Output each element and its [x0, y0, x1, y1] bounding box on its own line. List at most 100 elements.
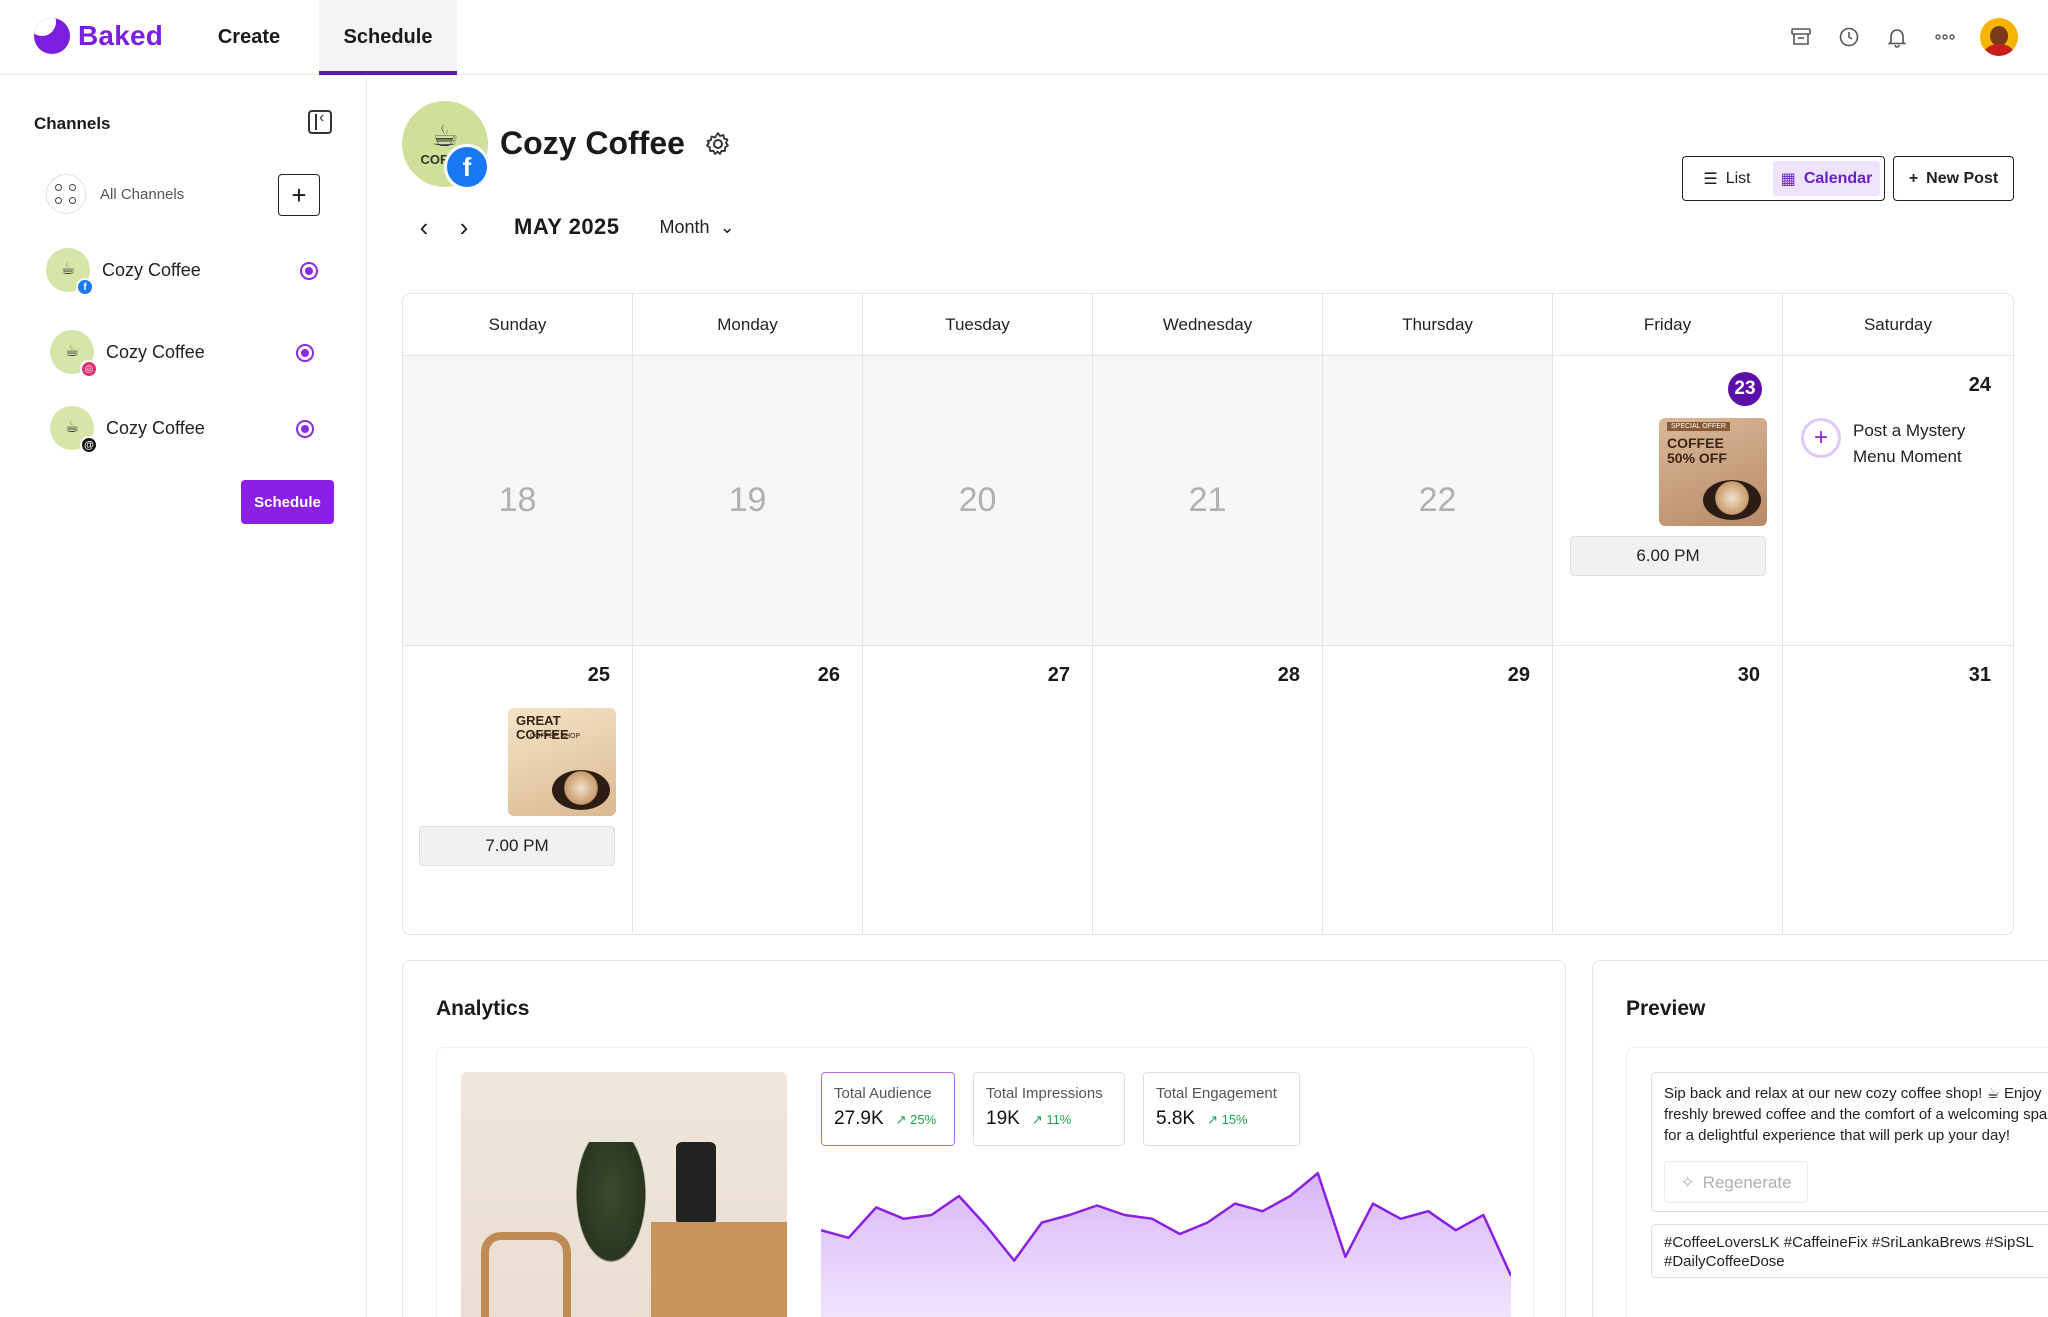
period-label: Month — [659, 216, 710, 237]
archive-icon[interactable] — [1788, 24, 1814, 50]
weekday-label: Tuesday — [863, 294, 1093, 355]
calendar-day-cell[interactable]: 21 — [1093, 356, 1323, 646]
stat-change: ↗ 25% — [895, 1112, 937, 1127]
channel-avatar: ☕ @ — [50, 406, 98, 454]
calendar-view-label: Calendar — [1803, 169, 1873, 187]
stat-change: ↗ 11% — [1031, 1112, 1072, 1127]
regenerate-button[interactable]: ✧ Regenerate — [1664, 1161, 1808, 1203]
calendar-navigation: ‹ › MAY 2025 Month ⌄ — [404, 210, 735, 244]
channels-sidebar: Channels All Channels + ☕ f Cozy Coffee … — [0, 76, 367, 1317]
calendar-day-cell[interactable]: 29 — [1323, 646, 1553, 934]
tab-create[interactable]: Create — [196, 0, 302, 75]
post-caption[interactable]: Sip back and relax at our new cozy coffe… — [1651, 1072, 2048, 1212]
schedule-button[interactable]: Schedule — [241, 480, 334, 524]
previous-month-button[interactable]: ‹ — [404, 210, 444, 244]
avatar-face — [1990, 26, 2008, 46]
sidebar-title: Channels — [34, 114, 111, 133]
channel-select-radio[interactable] — [296, 420, 314, 438]
all-channels-item[interactable]: All Channels — [46, 174, 184, 214]
channel-item-instagram[interactable]: ☕ ◎ Cozy Coffee — [50, 330, 205, 378]
calendar-day-cell[interactable]: 24 + Post a Mystery Menu Moment — [1783, 356, 2013, 646]
channel-select-radio[interactable] — [300, 262, 318, 280]
app-logo[interactable]: Baked — [34, 18, 163, 54]
more-icon[interactable] — [1932, 24, 1958, 50]
add-channel-button[interactable]: + — [278, 174, 320, 216]
day-number: 28 — [1277, 664, 1300, 686]
channel-name: Cozy Coffee — [106, 341, 205, 362]
calendar-body: 18 19 20 21 22 23 SPECIAL OFFER COFFEE 5… — [403, 356, 2013, 934]
hashtags-box[interactable]: #CoffeeLoversLK #CaffeineFix #SriLankaBr… — [1651, 1224, 2048, 1278]
calendar-day-cell[interactable]: 27 — [863, 646, 1093, 934]
analytics-panel: Analytics Total Audience 27.9K ↗ 25% Tota… — [402, 960, 1566, 1317]
stat-total-audience[interactable]: Total Audience 27.9K ↗ 25% — [821, 1072, 955, 1146]
calendar-view-button[interactable]: ▦ Calendar — [1773, 161, 1880, 196]
instagram-icon: ◎ — [80, 360, 98, 378]
calendar-day-cell[interactable]: 19 — [633, 356, 863, 646]
next-month-button[interactable]: › — [444, 210, 484, 244]
channel-item-facebook[interactable]: ☕ f Cozy Coffee — [46, 248, 201, 296]
scheduled-post-thumbnail[interactable]: GREAT COFFEE COFFEE SHOP — [508, 708, 616, 816]
app-name: Baked — [78, 20, 164, 51]
suggestion-text: Post a Mystery Menu Moment — [1853, 421, 1966, 466]
avatar-shirt — [1984, 44, 2014, 56]
coffee-cup-icon: ☕ — [64, 343, 80, 360]
threads-icon: @ — [80, 436, 98, 454]
caption-line: Sip back and relax at our new cozy coffe… — [1664, 1085, 2042, 1102]
facebook-icon: f — [444, 144, 490, 190]
weekday-label: Monday — [633, 294, 863, 355]
coffee-shop-image — [461, 1072, 787, 1317]
user-avatar[interactable] — [1980, 18, 2018, 56]
stat-label: Total Engagement — [1156, 1085, 1277, 1102]
calendar-day-cell[interactable]: 26 — [633, 646, 863, 934]
stat-total-engagement[interactable]: Total Engagement 5.8K ↗ 15% — [1143, 1072, 1300, 1146]
day-number: 29 — [1507, 664, 1530, 686]
tab-schedule[interactable]: Schedule — [319, 0, 457, 75]
audience-sparkline — [821, 1171, 1511, 1317]
period-dropdown[interactable]: Month ⌄ — [660, 217, 735, 238]
day-number: 26 — [817, 664, 840, 686]
stat-label: Total Audience — [834, 1085, 932, 1102]
calendar-day-cell-today[interactable]: 23 SPECIAL OFFER COFFEE 50% OFF 6.00 PM — [1553, 356, 1783, 646]
calendar-day-cell[interactable]: 25 GREAT COFFEE COFFEE SHOP 7.00 PM — [403, 646, 633, 934]
analytics-card: Total Audience 27.9K ↗ 25% Total Impressi… — [436, 1047, 1534, 1317]
calendar-day-cell[interactable]: 30 — [1553, 646, 1783, 934]
stat-label: Total Impressions — [986, 1085, 1103, 1102]
calendar-day-cell[interactable]: 18 — [403, 356, 633, 646]
coffee-cup-image — [552, 770, 610, 810]
stat-total-impressions[interactable]: Total Impressions 19K ↗ 11% — [973, 1072, 1125, 1146]
sparkline-area — [821, 1173, 1511, 1317]
plus-circle-icon: + — [1801, 418, 1841, 458]
caption-line: for a delightful experience that will pe… — [1664, 1127, 2011, 1144]
bell-icon[interactable] — [1884, 24, 1910, 50]
day-number: 25 — [587, 664, 610, 686]
calendar-grid: Sunday Monday Tuesday Wednesday Thursday… — [402, 293, 2014, 935]
page-title: Cozy Coffee — [500, 125, 685, 161]
channel-name: Cozy Coffee — [106, 417, 205, 438]
calendar-day-cell[interactable]: 20 — [863, 356, 1093, 646]
collapse-sidebar-icon[interactable] — [308, 109, 332, 134]
clock-icon[interactable] — [1836, 24, 1862, 50]
weekday-label: Friday — [1553, 294, 1783, 355]
calendar-day-cell[interactable]: 31 — [1783, 646, 2013, 934]
list-view-button[interactable]: ☰ List — [1687, 161, 1767, 196]
calendar-day-cell[interactable]: 22 — [1323, 356, 1553, 646]
list-view-label: List — [1725, 169, 1751, 187]
view-toggle: ☰ List ▦ Calendar — [1682, 156, 1885, 201]
thumbnail-tag: COFFEE SHOP — [530, 733, 581, 740]
post-suggestion[interactable]: + Post a Mystery Menu Moment — [1801, 418, 1993, 470]
new-post-button[interactable]: + New Post — [1893, 156, 2014, 201]
scheduled-time[interactable]: 6.00 PM — [1570, 536, 1766, 576]
day-number: 19 — [728, 481, 767, 519]
channel-item-threads[interactable]: ☕ @ Cozy Coffee — [50, 406, 205, 454]
scheduled-post-thumbnail[interactable]: SPECIAL OFFER COFFEE 50% OFF — [1659, 418, 1767, 526]
gear-icon[interactable] — [704, 130, 732, 158]
weekday-header: Sunday Monday Tuesday Wednesday Thursday… — [403, 294, 2013, 356]
channel-select-radio[interactable] — [296, 344, 314, 362]
day-number: 31 — [1968, 664, 1991, 686]
day-number: 27 — [1047, 664, 1070, 686]
channel-name: Cozy Coffee — [102, 259, 201, 280]
day-number: 21 — [1188, 481, 1227, 519]
scheduled-time[interactable]: 7.00 PM — [419, 826, 615, 866]
calendar-day-cell[interactable]: 28 — [1093, 646, 1323, 934]
day-number: 18 — [498, 481, 537, 519]
